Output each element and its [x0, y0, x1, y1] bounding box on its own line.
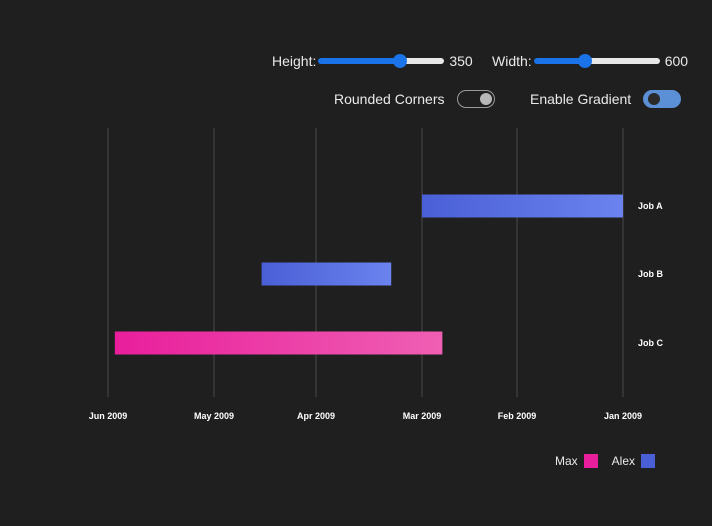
task-bar-job-a[interactable] — [422, 194, 623, 218]
y-category-label: Job B — [638, 269, 664, 279]
x-tick-label: Mar 2009 — [403, 411, 442, 421]
gantt-chart: Jun 2009 May 2009 Apr 2009 Mar 2009 Feb 2009… — [89, 128, 664, 421]
legend-swatch — [583, 454, 598, 468]
legend-item-alex[interactable]: Alex — [611, 454, 656, 468]
chart-legend: Max Alex — [541, 454, 656, 468]
y-category-label: Job A — [638, 201, 663, 211]
x-tick-label: Jun 2009 — [89, 411, 128, 421]
legend-item-max[interactable]: Max — [555, 454, 598, 468]
x-tick-label: Apr 2009 — [297, 411, 335, 421]
legend-label: Max — [555, 454, 578, 468]
gantt-app: Height: 350 Width: 600 Rounded Corners E… — [0, 0, 712, 526]
task-bar-job-b[interactable] — [261, 262, 392, 286]
task-bar-job-c[interactable] — [114, 331, 443, 355]
y-category-label: Job C — [638, 338, 664, 348]
legend-label: Alex — [611, 454, 636, 468]
x-tick-label: Jan 2009 — [604, 411, 642, 421]
x-tick-label: May 2009 — [194, 411, 234, 421]
x-tick-label: Feb 2009 — [498, 411, 537, 421]
legend-swatch — [641, 454, 656, 468]
